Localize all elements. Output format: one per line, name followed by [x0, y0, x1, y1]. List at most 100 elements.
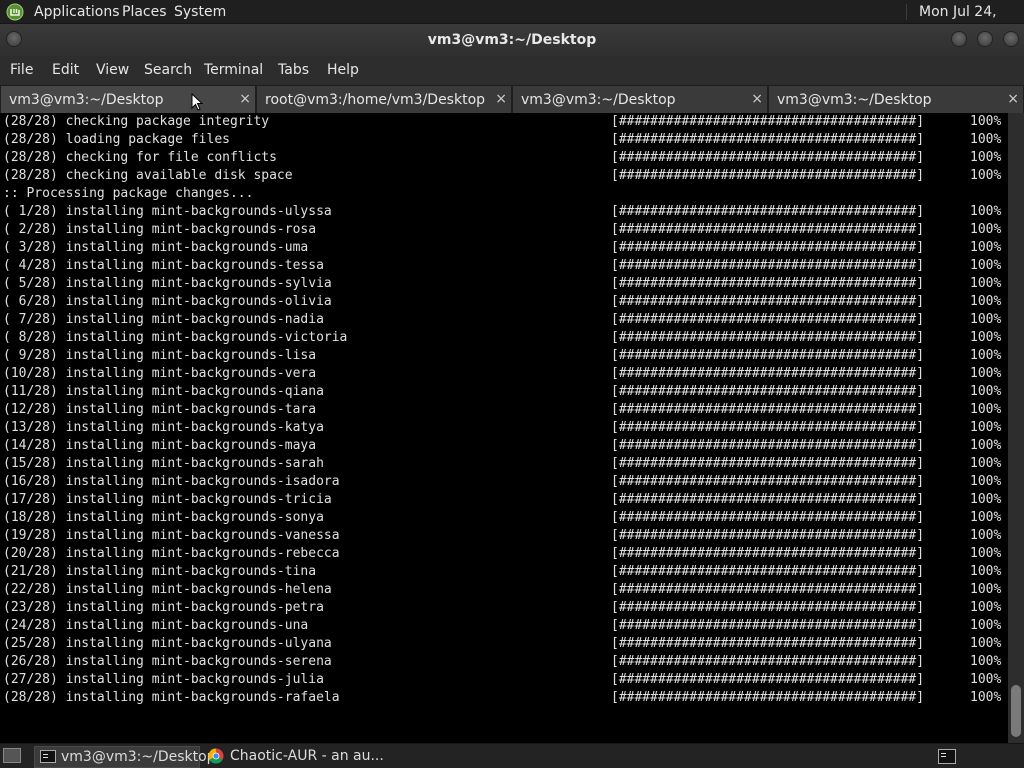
terminal-line-text: (28/28) checking available disk space: [3, 168, 293, 183]
menu-search[interactable]: Search: [144, 56, 192, 84]
terminal-line-text: (14/28) installing mint-backgrounds-maya: [3, 438, 317, 453]
progress-bar-text: [######################################]: [611, 168, 925, 183]
progress-percent: 100%: [970, 348, 1002, 363]
terminal-line-text: (11/28) installing mint-backgrounds-qian…: [3, 384, 324, 399]
progress-percent: 100%: [970, 420, 1002, 435]
taskbar-item-terminal[interactable]: vm3@vm3:~/Desktop: [34, 746, 216, 768]
menu-terminal[interactable]: Terminal: [204, 56, 263, 84]
progress-bar-text: [######################################]: [611, 672, 925, 687]
terminal-line-text: ( 5/28) installing mint-backgrounds-sylv…: [3, 276, 332, 291]
tab-2[interactable]: root@vm3:/home/vm3/Desktop ×: [256, 85, 512, 113]
menu-help[interactable]: Help: [327, 56, 359, 84]
workspace-terminal-icon[interactable]: [938, 749, 956, 764]
terminal-line-text: (24/28) installing mint-backgrounds-una: [3, 618, 309, 633]
terminal-line-text: ( 8/28) installing mint-backgrounds-vict…: [3, 330, 348, 345]
close-icon[interactable]: ×: [1007, 86, 1019, 112]
applications-menu[interactable]: Applications: [34, 0, 120, 24]
menu-tabs[interactable]: Tabs: [278, 56, 309, 84]
terminal-line-text: (12/28) installing mint-backgrounds-tara: [3, 402, 317, 417]
progress-bar-text: [######################################]: [611, 618, 925, 633]
taskbar-item-chrome[interactable]: Chaotic-AUR - an au...: [204, 746, 384, 768]
progress-percent: 100%: [970, 240, 1002, 255]
terminal-line-text: (21/28) installing mint-backgrounds-tina: [3, 564, 317, 579]
progress-percent: 100%: [970, 636, 1002, 651]
terminal-line-text: (17/28) installing mint-backgrounds-tric…: [3, 492, 332, 507]
places-menu[interactable]: Places: [122, 0, 167, 24]
progress-percent: 100%: [970, 402, 1002, 417]
menu-bar: File Edit View Search Terminal Tabs Help: [0, 56, 1024, 84]
progress-bar-text: [######################################]: [611, 258, 925, 273]
progress-percent: 100%: [970, 168, 1002, 183]
progress-bar-text: [######################################]: [611, 564, 925, 579]
maximize-button[interactable]: [977, 31, 993, 47]
tab-label: vm3@vm3:~/Desktop: [777, 92, 932, 108]
terminal-line-text: (18/28) installing mint-backgrounds-sony…: [3, 510, 324, 525]
close-icon[interactable]: ×: [751, 86, 763, 112]
terminal-line-text: (28/28) checking for file conflicts: [3, 150, 277, 165]
window-title-bar[interactable]: vm3@vm3:~/Desktop: [0, 24, 1024, 56]
progress-bar-text: [######################################]: [611, 384, 925, 399]
top-panel: Applications Places System Mon Jul 24, 0…: [0, 0, 1024, 44]
progress-percent: 100%: [970, 618, 1002, 633]
show-desktop-icon[interactable]: [3, 748, 21, 763]
progress-percent: 100%: [970, 204, 1002, 219]
scrollbar-thumb[interactable]: [1011, 685, 1021, 737]
progress-bar-text: [######################################]: [611, 222, 925, 237]
menu-view[interactable]: View: [96, 56, 129, 84]
progress-bar-text: [######################################]: [611, 456, 925, 471]
progress-bar-text: [######################################]: [611, 636, 925, 651]
terminal-output[interactable]: (28/28) checking package integrity [#####…: [0, 113, 1008, 743]
progress-percent: 100%: [970, 330, 1002, 345]
tab-label: vm3@vm3:~/Desktop: [9, 92, 164, 108]
tab-1[interactable]: vm3@vm3:~/Desktop ×: [0, 85, 256, 113]
terminal-scrollbar[interactable]: [1008, 113, 1024, 743]
progress-percent: 100%: [970, 582, 1002, 597]
menu-edit[interactable]: Edit: [52, 56, 79, 84]
terminal-line-text: (22/28) installing mint-backgrounds-hele…: [3, 582, 332, 597]
mint-logo-icon[interactable]: [6, 3, 24, 21]
progress-percent: 100%: [970, 150, 1002, 165]
progress-bar-text: [######################################]: [611, 546, 925, 561]
progress-bar-text: [######################################]: [611, 348, 925, 363]
taskbar-label: Chaotic-AUR - an au...: [230, 748, 384, 764]
progress-percent: 100%: [970, 456, 1002, 471]
taskbar-label: vm3@vm3:~/Desktop: [61, 749, 216, 765]
progress-percent: 100%: [970, 510, 1002, 525]
progress-percent: 100%: [970, 672, 1002, 687]
tab-4[interactable]: vm3@vm3:~/Desktop ×: [768, 85, 1024, 113]
tab-bar: vm3@vm3:~/Desktop × root@vm3:/home/vm3/D…: [0, 85, 1024, 113]
close-icon[interactable]: ×: [239, 86, 251, 112]
terminal-line-text: (28/28) installing mint-backgrounds-rafa…: [3, 690, 340, 705]
close-icon[interactable]: ×: [495, 86, 507, 112]
progress-bar-text: [######################################]: [611, 510, 925, 525]
minimize-button[interactable]: [951, 31, 967, 47]
terminal-line-text: ( 1/28) installing mint-backgrounds-ulys…: [3, 204, 332, 219]
progress-percent: 100%: [970, 654, 1002, 669]
terminal-line-text: (25/28) installing mint-backgrounds-ulya…: [3, 636, 332, 651]
progress-bar-text: [######################################]: [611, 420, 925, 435]
terminal-line-text: ( 2/28) installing mint-backgrounds-rosa: [3, 222, 317, 237]
bottom-panel: vm3@vm3:~/Desktop Chaotic-AUR - an au...: [0, 743, 1024, 768]
progress-percent: 100%: [970, 312, 1002, 327]
menu-file[interactable]: File: [10, 56, 33, 84]
progress-percent: 100%: [970, 222, 1002, 237]
system-menu[interactable]: System: [174, 0, 226, 24]
progress-bar-text: [######################################]: [611, 366, 925, 381]
clock[interactable]: Mon Jul 24, 01:14: [919, 0, 1024, 44]
terminal-line-text: ( 6/28) installing mint-backgrounds-oliv…: [3, 294, 332, 309]
mouse-pointer-icon: [191, 92, 204, 115]
terminal-line-text: (20/28) installing mint-backgrounds-rebe…: [3, 546, 340, 561]
tab-label: root@vm3:/home/vm3/Desktop: [265, 92, 486, 108]
terminal-line-text: (10/28) installing mint-backgrounds-vera: [3, 366, 317, 381]
terminal-line-text: (13/28) installing mint-backgrounds-katy…: [3, 420, 324, 435]
progress-percent: 100%: [970, 474, 1002, 489]
terminal-line-text: (28/28) checking package integrity: [3, 114, 270, 129]
progress-bar-text: [######################################]: [611, 294, 925, 309]
progress-percent: 100%: [970, 564, 1002, 579]
tab-3[interactable]: vm3@vm3:~/Desktop ×: [512, 85, 768, 113]
close-button[interactable]: [1003, 31, 1019, 47]
progress-percent: 100%: [970, 276, 1002, 291]
progress-percent: 100%: [970, 258, 1002, 273]
progress-percent: 100%: [970, 600, 1002, 615]
progress-bar-text: [######################################]: [611, 312, 925, 327]
